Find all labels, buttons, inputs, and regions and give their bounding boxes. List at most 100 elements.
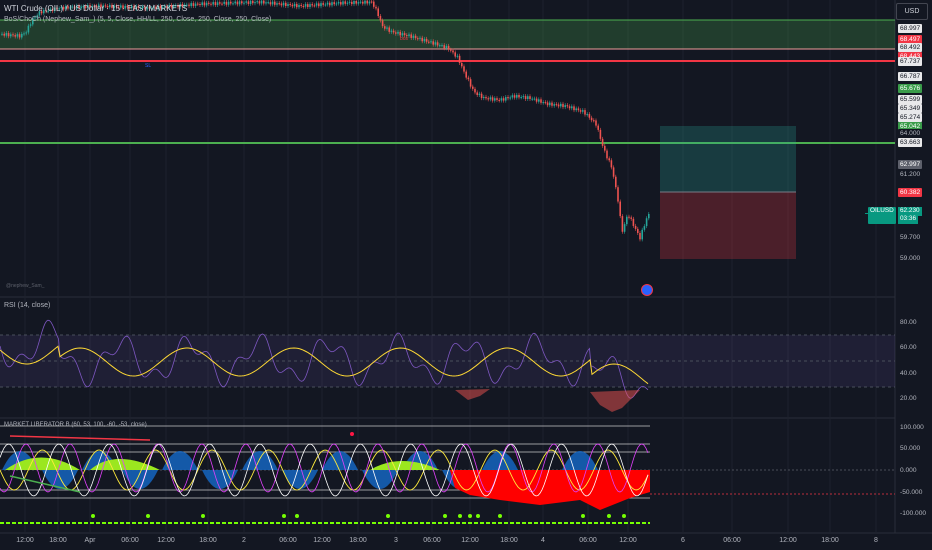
- candle-body: [518, 94, 520, 98]
- candle-body: [190, 3, 192, 7]
- currency-button[interactable]: USD: [896, 3, 928, 20]
- candle-body: [364, 0, 366, 4]
- candle-body: [575, 108, 577, 111]
- candle-body: [408, 34, 410, 36]
- candle-body: [417, 38, 419, 40]
- price-label[interactable]: 65.676: [898, 84, 923, 93]
- candle-body: [430, 41, 432, 43]
- candle-body: [14, 35, 16, 37]
- candle-body: [412, 35, 415, 38]
- price-label[interactable]: 60.382: [898, 188, 923, 197]
- price-label[interactable]: 59.000: [898, 254, 923, 263]
- candle-body: [236, 1, 239, 5]
- oscillator-tick: -100.000: [900, 510, 927, 517]
- candle-body: [7, 33, 10, 37]
- indicator-legend[interactable]: BoS/ChoCh (Nephew_Sam_) (5, 5, Close, HH…: [4, 16, 271, 23]
- candle-body: [289, 4, 291, 6]
- candle-body: [395, 32, 397, 34]
- price-label[interactable]: 65.274: [898, 113, 923, 122]
- candle-body: [529, 96, 531, 99]
- price-label[interactable]: 61.200: [898, 170, 923, 179]
- candle-body: [487, 98, 489, 100]
- chart-title[interactable]: WTI Crude (OIL) / US Dollar · 15 · EASYM…: [4, 4, 187, 13]
- rsi-tick: 80.00: [900, 319, 917, 326]
- candle-body: [335, 3, 338, 5]
- candle-body: [362, 1, 364, 4]
- candle-body: [302, 5, 305, 7]
- price-label[interactable]: 67.737: [898, 57, 923, 66]
- bar-countdown: 03:36: [898, 215, 918, 224]
- rsi-tick: 20.00: [900, 395, 917, 402]
- price-label[interactable]: 64.000: [898, 129, 923, 138]
- signal-dot: [295, 514, 299, 518]
- candle-body: [203, 2, 206, 6]
- candle-body: [249, 0, 252, 4]
- candle-body: [219, 2, 221, 4]
- alert-icon[interactable]: [641, 284, 653, 296]
- candle-body: [489, 97, 492, 100]
- osc-blue-wave: [562, 451, 598, 470]
- candle-body: [463, 66, 465, 72]
- price-label[interactable]: 63.663: [898, 138, 923, 147]
- candle-body: [384, 26, 386, 29]
- time-tick: 4: [541, 537, 545, 544]
- tradingview-chart-window[interactable]: WTI Crude (OIL) / US Dollar · 15 · EASYM…: [0, 0, 932, 550]
- rsi-legend[interactable]: RSI (14, close): [4, 302, 50, 309]
- price-label[interactable]: 66.787: [898, 72, 923, 81]
- candle-body: [571, 106, 573, 109]
- candle-body: [287, 4, 289, 6]
- candle-body: [628, 216, 630, 218]
- rsi-tick: 40.00: [900, 370, 917, 377]
- price-label[interactable]: 65.349: [898, 104, 923, 113]
- candle-body: [573, 106, 575, 111]
- candle-body: [601, 138, 604, 146]
- candle-body: [300, 4, 302, 6]
- candle-body: [377, 8, 379, 17]
- candle-body: [225, 1, 228, 5]
- candle-body: [368, 1, 371, 4]
- candle-body: [223, 1, 225, 4]
- candle-body: [524, 96, 527, 99]
- signal-dot: [146, 514, 150, 518]
- candle-body: [212, 2, 214, 5]
- candle-body: [188, 4, 190, 7]
- candle-body: [511, 95, 514, 98]
- candle-body: [392, 30, 395, 33]
- target-zone: [660, 126, 796, 192]
- candle-body: [612, 167, 615, 177]
- candle-body: [313, 5, 316, 7]
- time-tick: 06:00: [121, 537, 139, 544]
- price-label[interactable]: 65.599: [898, 95, 923, 104]
- candle-body: [421, 37, 423, 42]
- price-label[interactable]: 68.997: [898, 24, 923, 33]
- candle-body: [351, 1, 353, 5]
- candle-body: [502, 98, 505, 101]
- candle-body: [324, 4, 327, 6]
- candle-body: [439, 45, 441, 47]
- candle-body: [590, 117, 593, 121]
- oscillator-tick: -50.000: [900, 489, 923, 496]
- rsi-oversold-fill: [590, 390, 640, 412]
- signal-dot: [386, 514, 390, 518]
- time-tick: 06:00: [723, 537, 741, 544]
- candle-body: [386, 27, 388, 29]
- candle-body: [452, 50, 454, 53]
- price-label[interactable]: 59.700: [898, 233, 923, 242]
- chart-canvas[interactable]: [0, 0, 932, 550]
- candle-body: [265, 2, 267, 4]
- candle-body: [634, 225, 637, 229]
- candle-body: [456, 55, 459, 57]
- price-label[interactable]: 68.492: [898, 43, 923, 52]
- candle-body: [648, 213, 650, 219]
- candle-body: [516, 94, 518, 98]
- time-tick: 2: [242, 537, 246, 544]
- price-label[interactable]: 62.997: [898, 160, 923, 169]
- time-tick: 18:00: [49, 537, 67, 544]
- candle-body: [346, 2, 349, 4]
- candle-body: [632, 218, 635, 226]
- oscillator-legend[interactable]: MARKET LIBERATOR B (60, 53, 100, -60, -5…: [4, 422, 147, 428]
- candle-body: [373, 1, 375, 7]
- candle-body: [557, 104, 560, 107]
- candle-body: [623, 224, 626, 232]
- candle-body: [599, 129, 602, 139]
